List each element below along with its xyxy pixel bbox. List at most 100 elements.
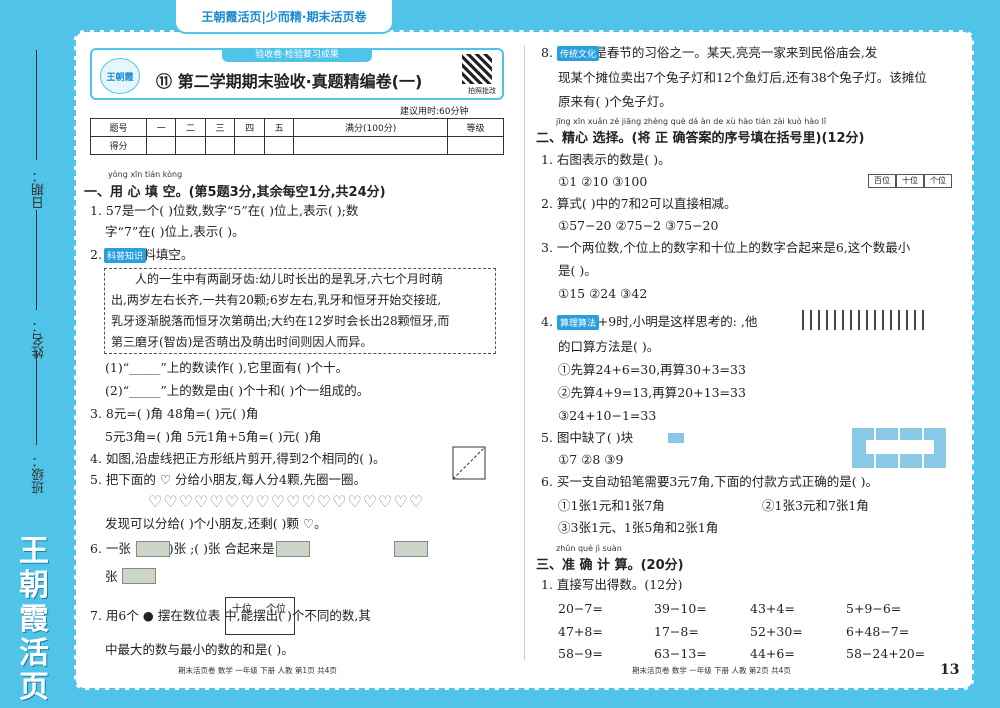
calc-item: 6+48−7= xyxy=(846,624,910,639)
c3-line2: 是( )。 xyxy=(558,263,597,278)
abacus-tens: 十位 xyxy=(896,174,924,188)
c6-option1: ①1张1元和1张7角 xyxy=(558,498,665,513)
passage-line: 第三磨牙(智齿)是否萌出及萌出时间则因人而异。 xyxy=(111,335,373,349)
page-number: 13 xyxy=(940,662,960,678)
c6-text: 6. 买一支自动铅笔需要3元7角,下面的付款方式正确的是( )。 xyxy=(541,474,879,489)
section2-title: 二、精心 选择。(将 正 确答案的序号填在括号里)(12分) xyxy=(536,131,865,146)
abacus-figure: 百位 十位 个位 xyxy=(868,148,952,188)
c3-options: ①15 ②24 ③42 xyxy=(558,286,648,301)
place-value-table: 十位 个位 xyxy=(225,597,295,635)
q8-line2: 现某个摊位卖出7个兔子灯和12个鱼灯后,还有38个兔子灯。该摊位 xyxy=(558,70,927,85)
calc-item: 17−8= xyxy=(654,624,699,639)
c1-options: ①1 ②10 ③100 xyxy=(558,174,648,189)
score-cell[interactable] xyxy=(175,136,206,155)
footer-left: 期末活页卷 数学 一年级 下册 人教 第1页 共4页 xyxy=(178,666,337,675)
class-label: 班级： xyxy=(32,455,47,494)
calc-item: 44+6= xyxy=(750,646,795,661)
score-cell[interactable] xyxy=(145,136,177,155)
qr-label: 拍照批改 xyxy=(468,87,496,95)
q5-answer: 发现可以分给( )个小朋友,还剩( )颗 ♡。 xyxy=(105,516,327,531)
passage-line: 乳牙逐渐脱落而恒牙次第萌出;大约在12岁时会长出28颗恒牙,而 xyxy=(111,314,450,328)
c5-text: 5. 图中缺了( )块 xyxy=(541,430,634,445)
section1-title: 一、用 心 填 空。(第5题3分,其余每空1分,共24分) xyxy=(84,185,386,200)
reading-passage: 人的一生中有两副牙齿:幼儿时长出的是乳牙,六七个月时萌 出,两岁左右长齐,一共有… xyxy=(104,268,496,354)
c4-option2: ②先算4+9=13,再算20+13=33 xyxy=(558,385,746,400)
square-paper-figure xyxy=(452,446,486,480)
tag-method: 算理算法 xyxy=(557,315,600,330)
brand-logo: 王朝霞活页 xyxy=(19,534,49,705)
score-cell[interactable] xyxy=(446,136,505,155)
calc-title: 1. 直接写出得数。(12分) xyxy=(541,577,683,592)
score-cell[interactable] xyxy=(263,136,295,155)
section3-pinyin: zhǔn què jì suàn xyxy=(556,544,622,553)
c4-line2: 的口算方法是( )。 xyxy=(558,339,660,354)
q6-line1: 6. 一张 能换( )张 ;( )张 合起来是1 xyxy=(90,541,283,556)
passage-line: 人的一生中有两副牙齿:幼儿时长出的是乳牙,六七个月时萌 xyxy=(135,272,443,286)
c6-option2: ②1张3元和7张1角 xyxy=(762,498,869,513)
score-head: 二 xyxy=(175,118,206,137)
date-label: 日期： xyxy=(32,170,47,209)
score-head: 题号 xyxy=(90,118,147,137)
c6-option3: ③3张1元、1张5角和2张1角 xyxy=(558,520,719,535)
q7-line2: 中最大的数与最小的数的和是( )。 xyxy=(105,642,294,657)
score-label: 得分 xyxy=(90,136,147,155)
score-cell[interactable] xyxy=(234,136,265,155)
section1-pinyin: yòng xīn tián kòng xyxy=(108,170,183,179)
c5-options: ①7 ②8 ③9 xyxy=(558,452,624,467)
top-tab: 王朝霞活页|少而精·期末活页卷 xyxy=(174,0,394,34)
banknote-icon xyxy=(122,568,156,584)
calc-item: 47+8= xyxy=(558,624,603,639)
hearts-row: ♡♡♡♡♡♡♡♡♡♡♡♡♡♡♡♡♡♡ xyxy=(148,492,425,511)
suggested-time: 建议用时:60分钟 xyxy=(400,107,469,117)
q4-text: 4. 如图,沿虚线把正方形纸片剪开,得到2个相同的( )。 xyxy=(90,451,386,466)
calc-item: 43+4= xyxy=(750,601,795,616)
score-table: 题号 一 二 三 四 五 满分(100分) 等级 得分 xyxy=(90,118,505,155)
c4-option3: ③24+10−1=33 xyxy=(558,408,657,423)
calc-item: 58−9= xyxy=(558,646,603,661)
c2-text: 2. 算式( )中的7和2可以直接相减。 xyxy=(541,196,737,211)
test-title: ⑪ 第二学期期末验收·真题精编卷(一) xyxy=(156,72,423,91)
banknote-icon xyxy=(136,541,170,557)
brick-wall-figure xyxy=(852,428,948,468)
q2-sub2: (2)“_____”上的数是由( )个十和( )个一组成的。 xyxy=(105,383,370,398)
test-header: 验收卷·检验复习成果 王朝霞 ⑪ 第二学期期末验收·真题精编卷(一) 拍照批改 xyxy=(90,48,504,100)
footer-right: 期末活页卷 数学 一年级 下册 人教 第2页 共4页 xyxy=(632,666,791,675)
score-cell[interactable] xyxy=(204,136,236,155)
q1-line1: 1. 57是一个( )位数,数字“5”在( )位上,表示( );数 xyxy=(90,203,359,218)
name-line xyxy=(36,210,37,310)
c3-line1: 3. 一个两位数,个位上的数字和十位上的数字合起来是6,这个数最小 xyxy=(541,240,911,255)
name-label: 姓名： xyxy=(32,320,47,359)
banknote-icon xyxy=(276,541,310,557)
score-cell[interactable] xyxy=(293,136,448,155)
page-divider xyxy=(524,45,525,660)
class-line xyxy=(36,350,37,445)
calc-item: 5+9−6= xyxy=(846,601,902,616)
q5-text: 5. 把下面的 ♡ 分给小朋友,每人分4颗,先圈一圈。 xyxy=(90,472,366,487)
pv-tens: 十位 xyxy=(232,604,252,615)
score-head: 五 xyxy=(263,118,295,137)
score-head: 一 xyxy=(145,118,177,137)
abacus-hundreds: 百位 xyxy=(868,174,896,188)
section2-pinyin: jīng xīn xuǎn zé jiāng zhèng què dá àn d… xyxy=(556,117,827,126)
score-head: 三 xyxy=(204,118,236,137)
score-head: 等级 xyxy=(446,118,505,137)
c4-option1: ①先算24+6=30,再算30+3=33 xyxy=(558,362,746,377)
calc-item: 20−7= xyxy=(558,601,603,616)
q3-line1: 3. 8元=( )角 48角=( )元( )角 xyxy=(90,406,259,421)
binding-spine: 日期： 姓名： 班级： 王朝霞活页 xyxy=(0,0,70,708)
header-logo: 王朝霞 xyxy=(100,58,140,94)
calc-item: 63−13= xyxy=(654,646,707,661)
q3-line2: 5元3角=( )角 5元1角+5角=( )元( )角 xyxy=(105,429,322,444)
q8-line3: 原来有( )个兔子灯。 xyxy=(558,94,672,109)
score-head: 四 xyxy=(234,118,265,137)
qr-code-icon[interactable] xyxy=(462,54,492,84)
c1-text: 1. 右图表示的数是( )。 xyxy=(541,152,671,167)
passage-line: 出,两岁左右长齐,一共有20颗;6岁左右,乳牙和恒牙开始交接班, xyxy=(111,293,442,307)
score-head: 满分(100分) xyxy=(293,118,448,137)
tag-science: 科普知识 xyxy=(104,248,147,263)
pv-ones: 个位 xyxy=(266,604,286,615)
abacus-ones: 个位 xyxy=(924,174,952,188)
header-strip: 验收卷·检验复习成果 xyxy=(222,48,372,62)
tag-culture: 传统文化 xyxy=(557,46,600,61)
c2-options: ①57−20 ②75−2 ③75−20 xyxy=(558,218,719,233)
